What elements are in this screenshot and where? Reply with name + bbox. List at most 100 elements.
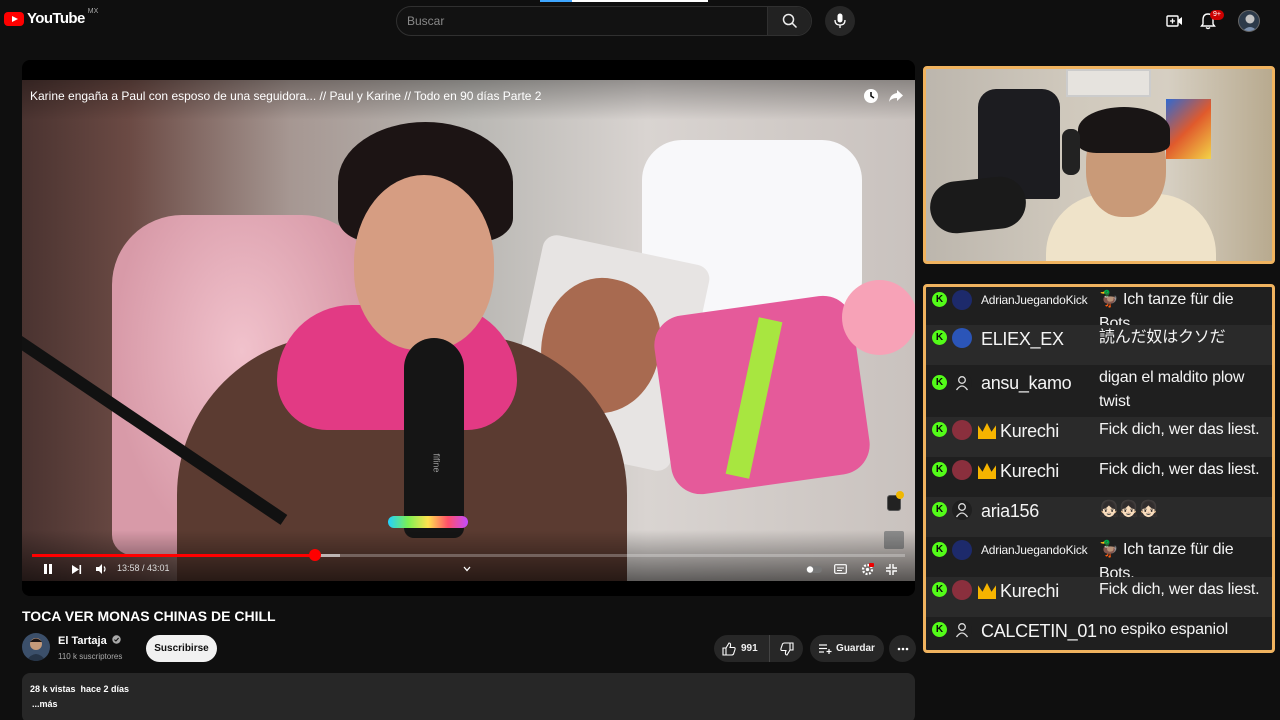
- streamer-microphone: [927, 174, 1029, 236]
- chat-username[interactable]: CALCETIN_01: [981, 621, 1097, 642]
- masthead: YouTube MX 9+: [0, 0, 1280, 42]
- time-display: 13:58 / 43:01: [117, 563, 170, 573]
- chat-username[interactable]: Kurechi: [1000, 581, 1059, 602]
- progress-scrubber[interactable]: [309, 549, 321, 561]
- watch-later-button[interactable]: [863, 88, 879, 109]
- video-frame[interactable]: fifine: [22, 80, 915, 581]
- views-and-date: 28 k vistas hace 2 días: [30, 684, 130, 694]
- next-icon: [71, 564, 81, 574]
- pig-plush: [842, 280, 915, 355]
- create-button[interactable]: [1165, 11, 1185, 31]
- user-avatar-icon: [952, 500, 972, 520]
- crown-icon: [978, 583, 996, 599]
- youtube-play-icon: [4, 11, 24, 26]
- chapters-button[interactable]: [459, 560, 475, 578]
- video-title: TOCA VER MONAS CHINAS DE CHILL: [22, 608, 276, 624]
- search-input[interactable]: [397, 7, 767, 35]
- kick-badge-icon: K: [932, 582, 947, 597]
- player-title[interactable]: Karine engaña a Paul con esposo de una s…: [30, 89, 541, 103]
- pause-button[interactable]: [40, 560, 56, 578]
- chat-username[interactable]: AdrianJuegandoKick: [981, 293, 1088, 307]
- share-icon: [889, 90, 903, 102]
- like-button[interactable]: 991: [714, 635, 770, 662]
- headset: [1062, 129, 1080, 175]
- subtitles-button[interactable]: [832, 560, 848, 578]
- dislike-button[interactable]: [770, 635, 803, 662]
- chat-message-text: Fick dich, wer das liest.: [1099, 421, 1260, 438]
- kick-badge-icon: K: [932, 542, 947, 557]
- kick-badge-icon: K: [932, 422, 947, 437]
- kick-badge-icon: K: [932, 502, 947, 517]
- notification-badge: 9+: [1210, 10, 1224, 20]
- chat-message: K CALCETIN_01 no espiko espaniol: [926, 617, 1272, 650]
- account-avatar[interactable]: [1238, 10, 1260, 32]
- kick-badge-icon: K: [932, 462, 947, 477]
- kick-badge-icon: K: [932, 292, 947, 307]
- next-button[interactable]: [68, 560, 84, 578]
- settings-button[interactable]: [859, 560, 875, 578]
- playlist-add-icon: [819, 644, 832, 654]
- chat-message: K AdrianJuegandoKick 🦆 Ich tanze für die B…: [926, 537, 1272, 582]
- pause-icon: [44, 564, 52, 574]
- description-box[interactable]: 28 k vistas hace 2 días ...más: [22, 673, 915, 720]
- video-player[interactable]: fifine Karine engaña a Paul con esposo d…: [22, 60, 915, 596]
- kick-badge-icon: K: [932, 622, 947, 637]
- studio-microphone: [404, 338, 464, 538]
- channel-avatar[interactable]: [22, 633, 50, 661]
- share-button[interactable]: [888, 88, 904, 109]
- user-avatar-icon: [952, 540, 972, 560]
- user-avatar-icon: [952, 420, 972, 440]
- loading-bar-fill: [572, 0, 708, 2]
- save-button[interactable]: Guardar: [810, 635, 884, 662]
- user-avatar-icon: [952, 580, 972, 600]
- user-avatar-icon: [952, 620, 972, 640]
- gear-icon: [861, 562, 874, 575]
- show-more-link[interactable]: ...más: [32, 699, 58, 709]
- chat-username[interactable]: AdrianJuegandoKick: [981, 543, 1088, 557]
- channel-name-text: El Tartaja: [58, 635, 107, 647]
- autoplay-toggle-icon: [806, 565, 822, 573]
- volume-button[interactable]: [93, 560, 109, 578]
- create-video-icon: [1166, 15, 1182, 27]
- subscribe-button[interactable]: Suscribirse: [146, 635, 217, 662]
- channel-name[interactable]: El Tartaja: [58, 635, 121, 647]
- youtube-logo[interactable]: YouTube MX: [4, 8, 99, 27]
- account-avatar-image: [1242, 14, 1258, 31]
- subscriber-count: 110 k suscriptores: [58, 652, 123, 661]
- verified-icon: [112, 635, 121, 644]
- search-button[interactable]: [767, 7, 811, 35]
- user-avatar-icon: [952, 328, 972, 348]
- volume-icon: [96, 564, 106, 574]
- chat-username[interactable]: Kurechi: [1000, 461, 1059, 482]
- user-avatar-icon: [952, 290, 972, 310]
- subtitles-icon: [833, 564, 847, 574]
- channel-avatar-image: [26, 638, 46, 661]
- fullscreen-button[interactable]: [883, 560, 899, 578]
- chat-username[interactable]: Kurechi: [1000, 421, 1059, 442]
- chat-message: K ELIEX_EX 読んだ奴はクソだ: [926, 325, 1272, 365]
- autoplay-toggle[interactable]: [804, 560, 824, 578]
- chat-message-text: Fick dich, wer das liest.: [1099, 461, 1260, 478]
- search-box: [396, 6, 812, 36]
- like-count: 991: [741, 643, 758, 654]
- chat-message-text: no espiko espaniol: [1099, 621, 1228, 638]
- fullscreen-exit-icon: [885, 563, 897, 575]
- thumbs-down-icon: [779, 641, 794, 656]
- chevron-down-icon: [463, 566, 471, 572]
- country-code: MX: [87, 8, 99, 15]
- chat-username[interactable]: aria156: [981, 501, 1039, 522]
- chat-username[interactable]: ELIEX_EX: [981, 329, 1064, 350]
- chat-message: K AdrianJuegandoKick 🦆 Ich tanze für die B…: [926, 287, 1272, 332]
- cam-shelf: [1066, 69, 1151, 97]
- save-label: Guardar: [836, 643, 875, 654]
- streamer-hair: [1078, 107, 1170, 153]
- chat-message-text: Fick dich, wer das liest.: [1099, 581, 1260, 598]
- app-root: YouTube MX 9+: [0, 0, 1280, 720]
- more-actions-button[interactable]: [889, 635, 916, 662]
- webcam-overlay: [923, 66, 1275, 264]
- chat-message-text: digan el maldito plow twist: [1099, 369, 1245, 410]
- user-avatar-icon: [952, 373, 972, 393]
- voice-search-button[interactable]: [825, 6, 855, 36]
- chat-username[interactable]: ansu_kamo: [981, 373, 1072, 394]
- clock-icon: [864, 89, 878, 103]
